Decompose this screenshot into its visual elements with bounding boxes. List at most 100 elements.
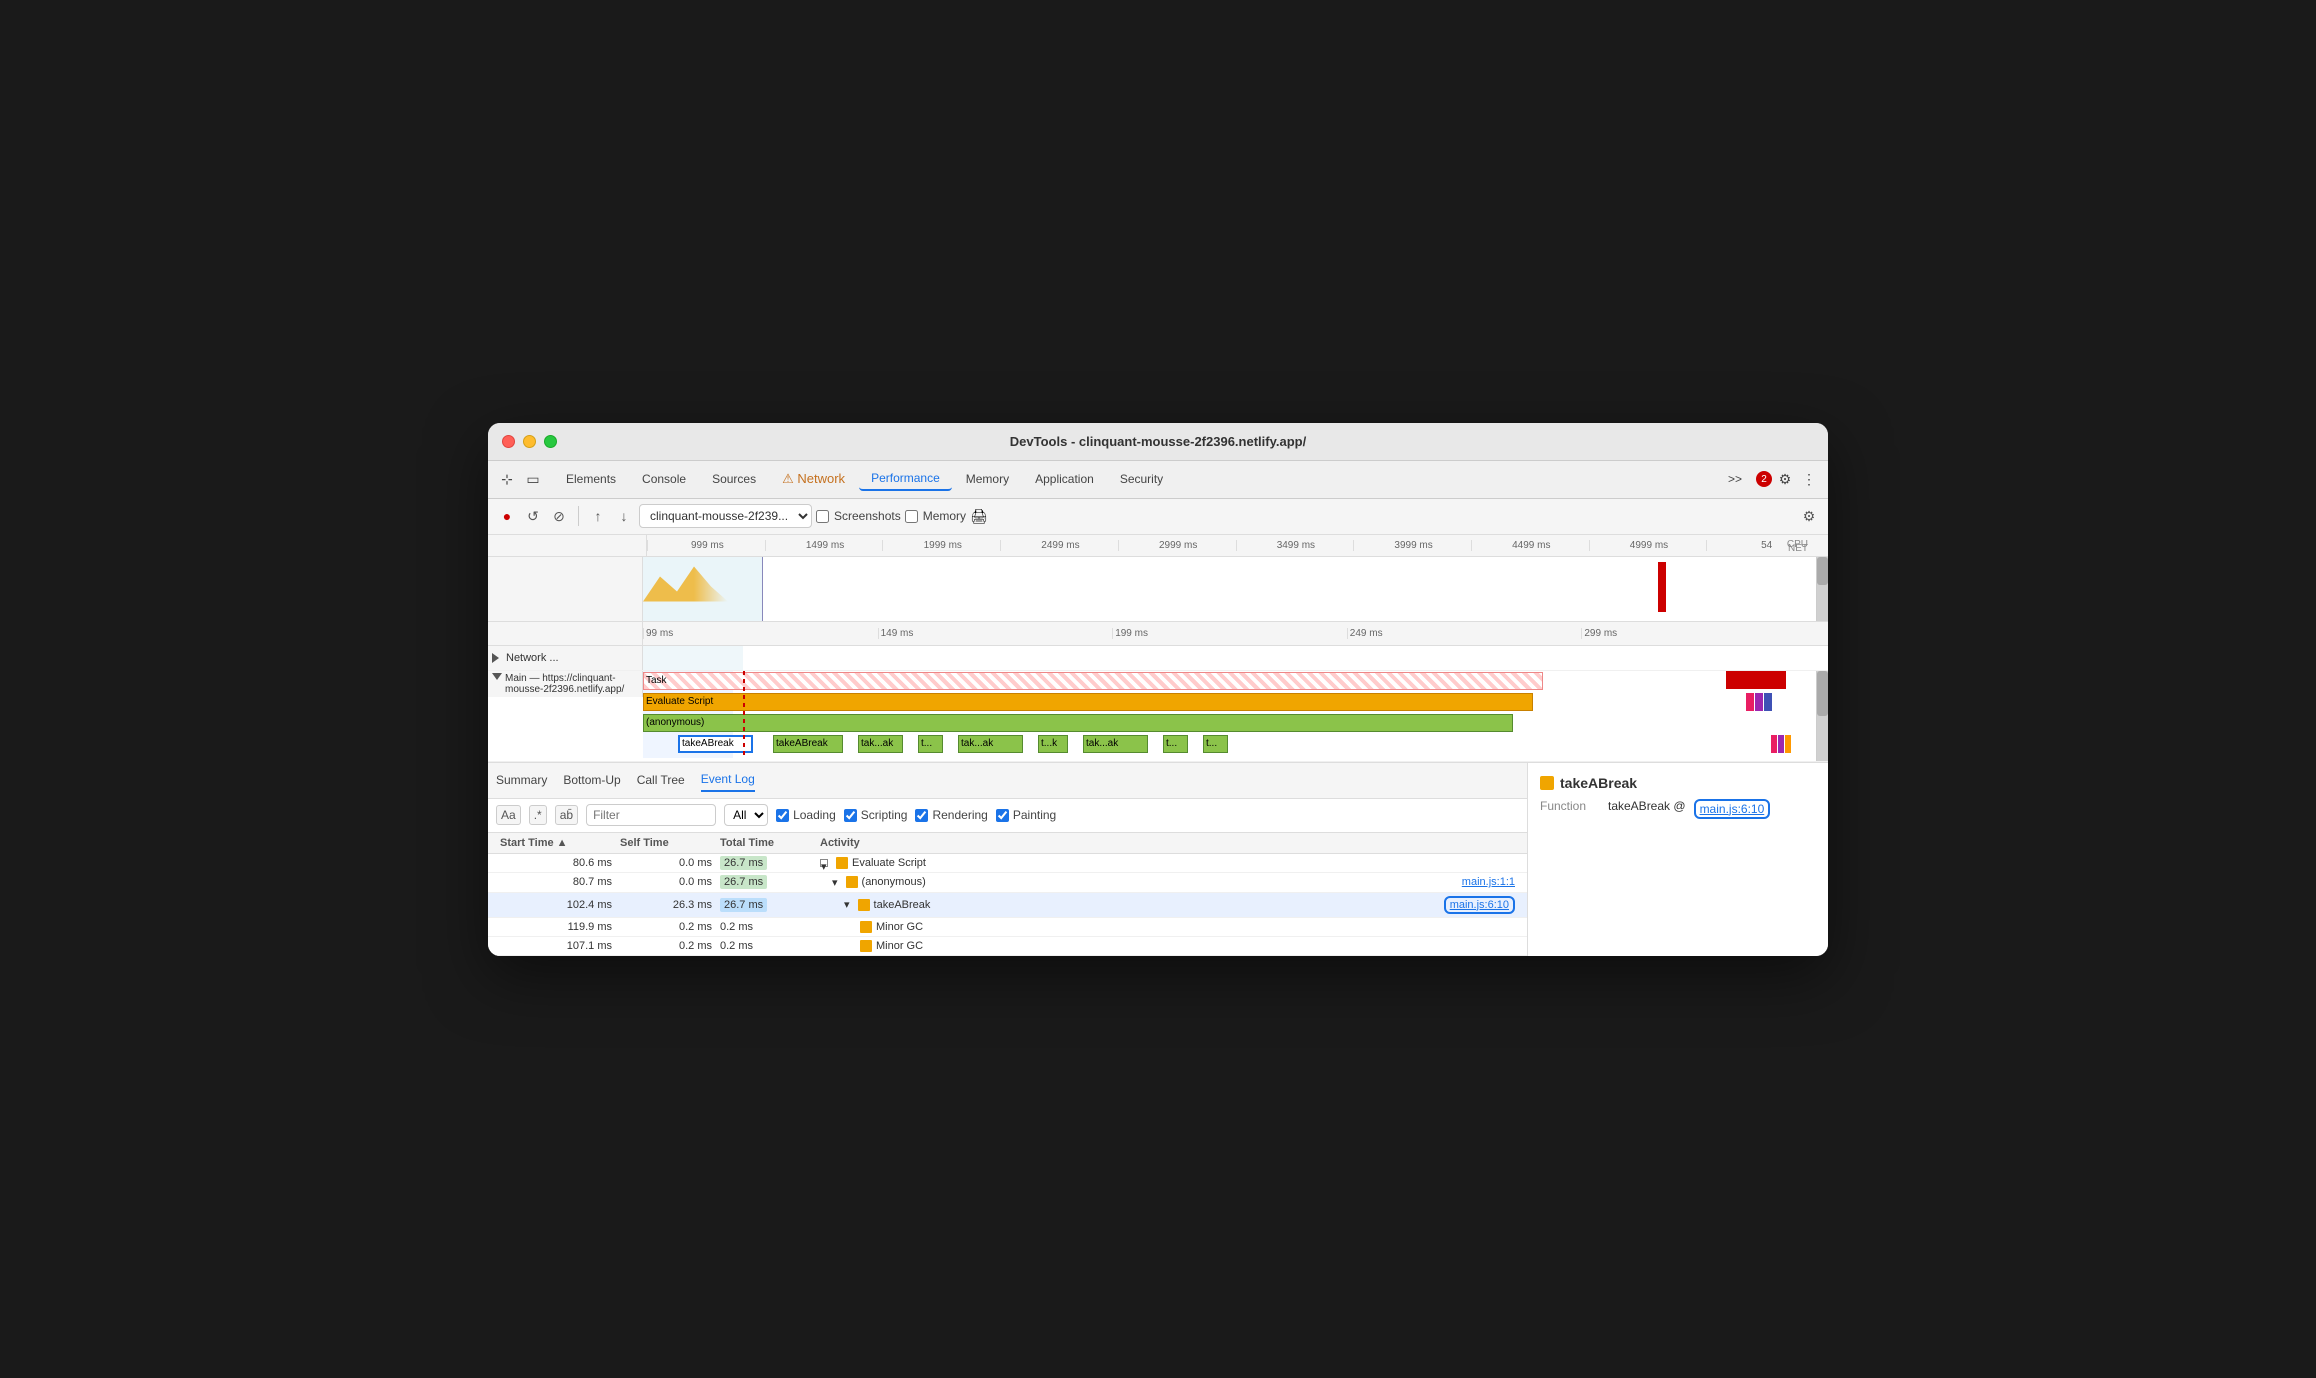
cell-activity: ▾ takeABreak main.js:6:10 (816, 896, 1519, 914)
cell-self-time: 0.2 ms (616, 940, 716, 952)
device-icon[interactable]: ▭ (522, 468, 544, 490)
table-row[interactable]: 80.6 ms 0.0 ms 26.7 ms ▾ Evaluate Script (488, 854, 1527, 873)
main-scrollbar-thumb[interactable] (1817, 671, 1828, 716)
task-bar[interactable]: Task (643, 672, 1543, 690)
cell-total-time: 26.7 ms (716, 899, 816, 911)
task-bar-row: Task (643, 671, 1816, 691)
aa-button[interactable]: Aa (496, 805, 521, 825)
activity-link[interactable]: main.js:6:10 (1444, 896, 1515, 914)
cell-activity: ▾ (anonymous) main.js:1:1 (816, 876, 1519, 889)
take-bar-3[interactable]: tak...ak (858, 735, 903, 753)
memory-checkbox[interactable] (905, 510, 918, 523)
take-selected-bar[interactable]: takeABreak (678, 735, 753, 753)
ruler-bottom-left (488, 622, 643, 645)
tab-performance[interactable]: Performance (859, 467, 952, 491)
row-expand-icon[interactable]: ▾ (832, 876, 838, 889)
ruler-mark-299: 299 ms (1581, 628, 1816, 639)
row-expand-icon[interactable]: ▾ (844, 898, 850, 911)
filter-bar: Aa .* ab̄ All Loading Scripting Renderi (488, 799, 1527, 833)
table-row[interactable]: 80.7 ms 0.0 ms 26.7 ms ▾ (anonymous) mai… (488, 873, 1527, 893)
filter-input[interactable] (586, 804, 716, 826)
main-thread-row: Main — https://clinquant-mousse-2f2396.n… (488, 671, 1828, 762)
filter-select[interactable]: All (724, 804, 768, 826)
close-button[interactable] (502, 435, 515, 448)
anon-bar[interactable]: (anonymous) (643, 714, 1513, 732)
header-total-time[interactable]: Total Time (716, 837, 816, 849)
table-row[interactable]: 107.1 ms 0.2 ms 0.2 ms Minor GC (488, 937, 1527, 956)
scrollbar-thumb[interactable] (1817, 557, 1828, 586)
tab-security[interactable]: Security (1108, 468, 1175, 490)
ruler-mark: 999 ms (647, 540, 765, 551)
scripting-checkbox-group: Scripting (844, 808, 908, 822)
inspect-icon[interactable]: ⊹ (496, 468, 518, 490)
ruler-mark: 4499 ms (1471, 540, 1589, 551)
take-bar-9[interactable]: t... (1203, 735, 1228, 753)
more-tabs[interactable]: >> (1716, 468, 1754, 490)
tab-application[interactable]: Application (1023, 468, 1106, 490)
tab-call-tree[interactable]: Call Tree (637, 769, 685, 791)
memory-label: Memory (923, 509, 966, 523)
scripting-checkbox[interactable] (844, 809, 857, 822)
rendering-checkbox[interactable] (915, 809, 928, 822)
devtools-toolbar: ● ↺ ⊘ ↑ ↓ clinquant-mousse-2f239... Scre… (488, 499, 1828, 535)
more-options-icon[interactable]: ⋮ (1798, 468, 1820, 490)
take-bar-2[interactable]: takeABreak (773, 735, 843, 753)
row-expand-icon[interactable]: ▾ (820, 859, 828, 867)
screenshots-checkbox[interactable] (816, 510, 829, 523)
take-bar-6[interactable]: t...k (1038, 735, 1068, 753)
table-row[interactable]: 119.9 ms 0.2 ms 0.2 ms Minor GC (488, 918, 1527, 937)
ruler-mark: 2999 ms (1118, 540, 1236, 551)
network-selection (643, 646, 743, 670)
take-bar-7[interactable]: tak...ak (1083, 735, 1148, 753)
capture-settings-icon[interactable]: ⚙ (1798, 505, 1820, 527)
main-scrollbar[interactable] (1816, 671, 1828, 761)
cell-activity: Minor GC (816, 921, 1519, 933)
main-expand-icon[interactable] (492, 673, 502, 685)
table-row-selected[interactable]: 102.4 ms 26.3 ms 26.7 ms ▾ takeABreak ma… (488, 893, 1527, 918)
upload-button[interactable]: ↑ (587, 505, 609, 527)
header-start-time[interactable]: Start Time ▲ (496, 837, 616, 849)
minimize-button[interactable] (523, 435, 536, 448)
network-expand-icon[interactable] (492, 653, 499, 663)
loading-checkbox[interactable] (776, 809, 789, 822)
take-bar-5[interactable]: tak...ak (958, 735, 1023, 753)
evaluate-end-bars (1746, 693, 1791, 711)
tab-elements[interactable]: Elements (554, 468, 628, 490)
tab-event-log[interactable]: Event Log (701, 768, 755, 792)
take-bar-8[interactable]: t... (1163, 735, 1188, 753)
tab-summary[interactable]: Summary (496, 769, 547, 791)
cell-self-time: 26.3 ms (616, 899, 716, 911)
total-time-value: 26.7 ms (720, 875, 767, 889)
tab-sources[interactable]: Sources (700, 468, 768, 490)
function-link[interactable]: main.js:6:10 (1694, 799, 1771, 819)
cell-total-time: 0.2 ms (716, 940, 816, 952)
traffic-lights (502, 435, 557, 448)
header-activity[interactable]: Activity (816, 837, 1519, 849)
ruler-mark: 4999 ms (1589, 540, 1707, 551)
activity-icon (858, 899, 870, 911)
take-bar-4[interactable]: t... (918, 735, 943, 753)
refresh-button[interactable]: ↺ (522, 505, 544, 527)
timeline-scrollbar[interactable] (1816, 557, 1828, 621)
stop-button[interactable]: ⊘ (548, 505, 570, 527)
download-button[interactable]: ↓ (613, 505, 635, 527)
timeline-ruler-top: 999 ms 1499 ms 1999 ms 2499 ms 2999 ms 3… (488, 535, 1828, 557)
evaluate-bar-row: Evaluate Script (643, 692, 1816, 712)
header-self-time[interactable]: Self Time (616, 837, 716, 849)
tab-bottom-up[interactable]: Bottom-Up (563, 769, 620, 791)
total-time-value: 26.7 ms (720, 856, 767, 870)
url-select[interactable]: clinquant-mousse-2f239... (639, 504, 812, 528)
regex-button[interactable]: .* (529, 805, 547, 825)
cell-total-time: 0.2 ms (716, 921, 816, 933)
evaluate-bar[interactable]: Evaluate Script (643, 693, 1533, 711)
settings-icon[interactable]: ⚙ (1774, 468, 1796, 490)
tab-memory[interactable]: Memory (954, 468, 1021, 490)
tab-network[interactable]: ⚠ Network (770, 467, 857, 491)
record-button[interactable]: ● (496, 505, 518, 527)
activity-link[interactable]: main.js:1:1 (1462, 876, 1515, 888)
tab-console[interactable]: Console (630, 468, 698, 490)
maximize-button[interactable] (544, 435, 557, 448)
painting-checkbox[interactable] (996, 809, 1009, 822)
case-button[interactable]: ab̄ (555, 805, 578, 825)
evaluate-label: Evaluate Script (646, 696, 713, 707)
